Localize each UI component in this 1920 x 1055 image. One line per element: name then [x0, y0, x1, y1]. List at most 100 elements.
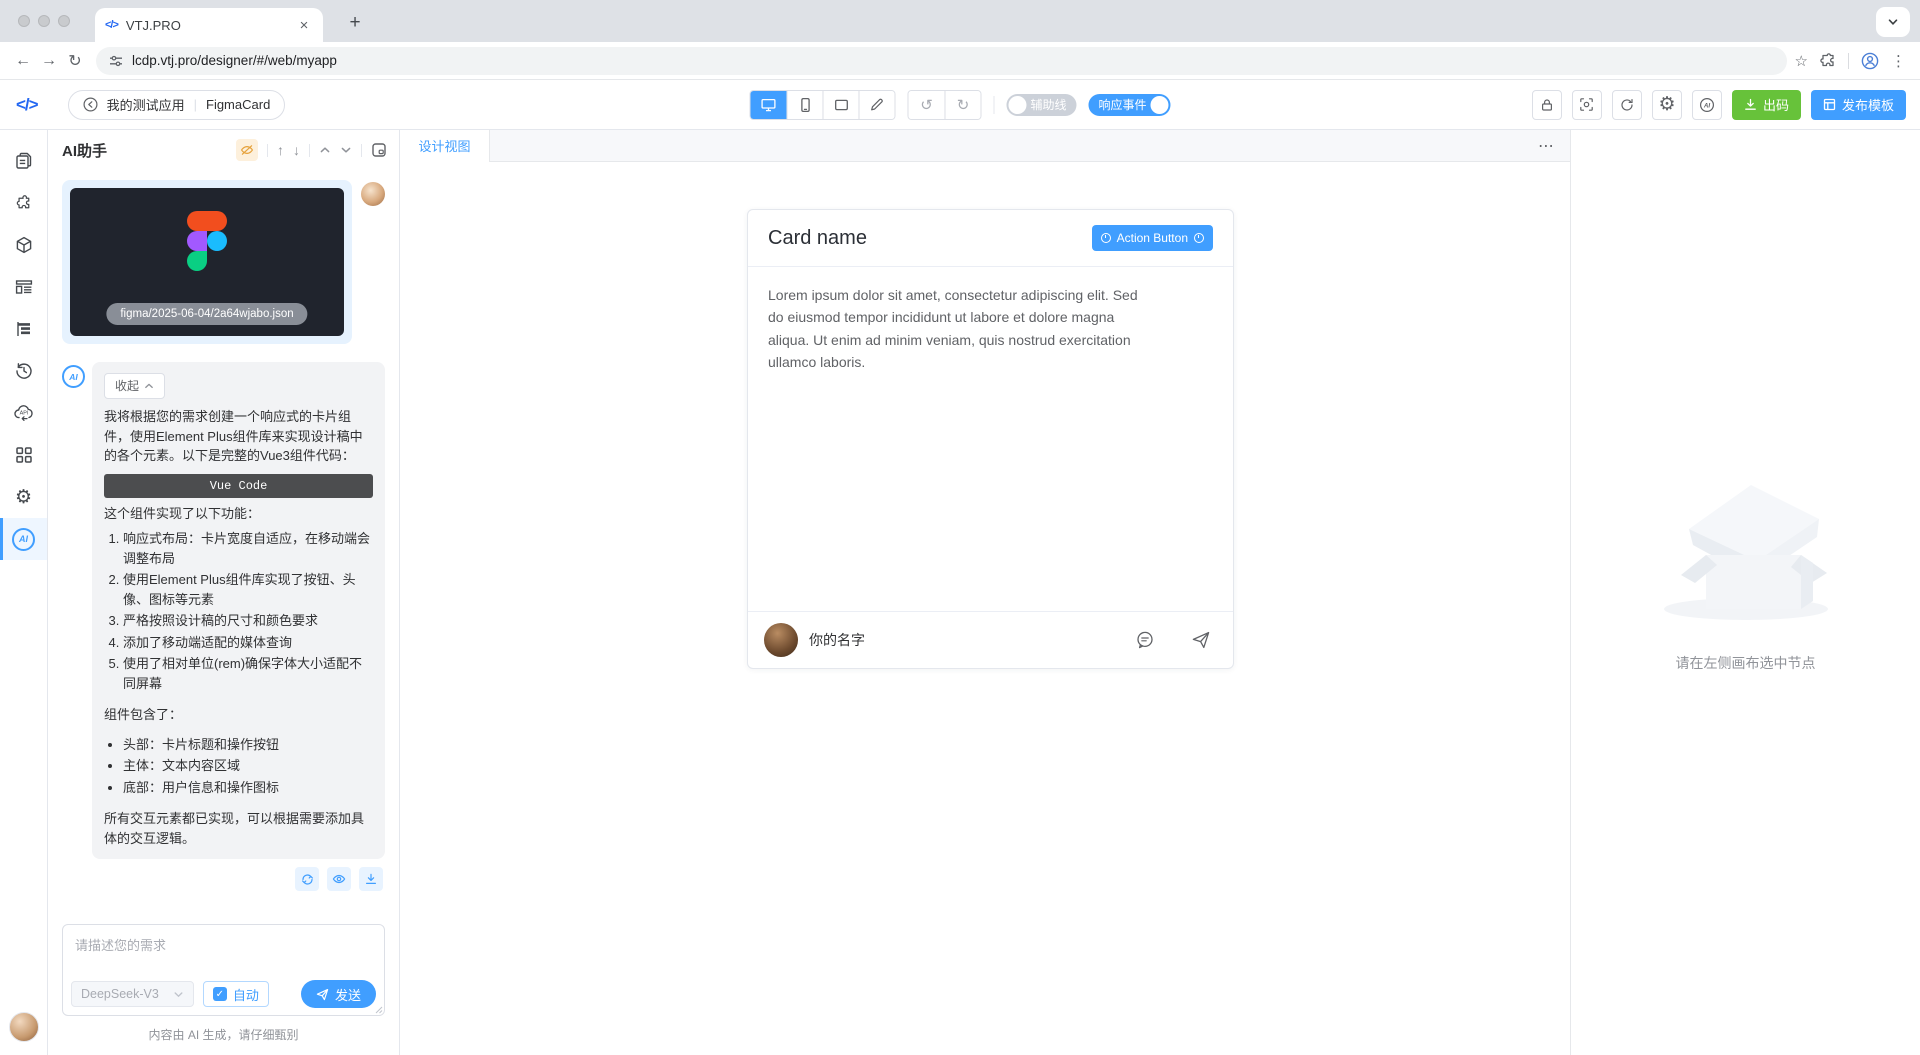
device-mobile-button[interactable]	[786, 90, 823, 119]
prev-message-icon[interactable]	[319, 144, 331, 156]
events-toggle[interactable]: 响应事件	[1088, 93, 1171, 116]
history-clock-icon	[15, 363, 32, 379]
tab-search-chevron-icon[interactable]	[1876, 7, 1910, 37]
sidebar-item-pages[interactable]	[0, 140, 47, 182]
bookmark-star-icon[interactable]: ☆	[1795, 52, 1808, 70]
preview-focus-icon[interactable]	[1571, 89, 1602, 120]
profile-icon[interactable]	[1861, 52, 1879, 70]
download-code-icon[interactable]	[359, 867, 383, 891]
card-component[interactable]: Card name Action Button Lorem ipsum dolo…	[747, 209, 1234, 669]
settings-gear-icon[interactable]: ⚙	[1651, 89, 1682, 120]
guides-toggle[interactable]: 辅助线	[1006, 93, 1077, 116]
ai-icon[interactable]: AI	[1691, 89, 1722, 120]
sidebar-item-layout[interactable]	[0, 266, 47, 308]
lock-icon[interactable]	[1531, 89, 1562, 120]
back-icon[interactable]: ←	[10, 48, 36, 74]
url-text: lcdp.vtj.pro/designer/#/web/myapp	[132, 53, 337, 68]
publish-template-button[interactable]: 发布模板	[1810, 89, 1906, 120]
device-switcher	[749, 89, 896, 120]
redo-icon[interactable]: ↻	[944, 90, 981, 119]
collapse-button[interactable]: 收起	[104, 373, 166, 399]
tab-close-icon[interactable]: ×	[295, 16, 313, 34]
chat-scroll-area[interactable]: figma/2025-06-04/2a64wjabo.json AI 收起 我将…	[48, 170, 399, 910]
canvas-area: 设计视图 ⋯ Card name Action Button Lorem ips…	[400, 129, 1570, 1055]
next-message-icon[interactable]	[340, 144, 352, 156]
card-action-button[interactable]: Action Button	[1091, 225, 1213, 251]
grid-icon	[15, 447, 32, 463]
assistant-message: AI 收起 我将根据您的需求创建一个响应式的卡片组件，使用Element Plu…	[62, 362, 385, 859]
canvas-tabbar: 设计视图 ⋯	[400, 129, 1570, 162]
share-plane-icon[interactable]	[1191, 630, 1211, 650]
refresh-icon[interactable]	[1611, 89, 1642, 120]
header-center-controls: ↺ ↻ 辅助线 响应事件	[749, 89, 1171, 120]
regenerate-icon[interactable]	[295, 867, 319, 891]
divider	[267, 143, 268, 157]
back-home-icon[interactable]	[83, 97, 98, 112]
cube-icon	[16, 236, 31, 254]
pages-icon	[15, 152, 31, 169]
auto-checkbox[interactable]: ✓ 自动	[202, 981, 269, 1007]
list-item: 底部：用户信息和操作图标	[123, 778, 373, 798]
vtj-logo[interactable]: </>	[16, 95, 39, 115]
list-item: 响应式布局：卡片宽度自适应，在移动端会调整布局	[123, 529, 373, 568]
user-avatar[interactable]	[9, 1012, 39, 1042]
left-rail: API ⚙ AI	[0, 130, 48, 1055]
window-close-button[interactable]	[18, 15, 30, 27]
sidebar-item-blocks[interactable]	[0, 224, 47, 266]
codegen-button[interactable]: 出码	[1731, 89, 1801, 120]
site-info-icon[interactable]	[109, 54, 123, 68]
sidebar-item-api[interactable]: API	[0, 392, 47, 434]
assistant-intro: 我将根据您的需求创建一个响应式的卡片组件，使用Element Plus组件库来实…	[104, 409, 363, 463]
favicon-code-icon: </>	[105, 19, 119, 31]
browser-menu-kebab-icon[interactable]: ⋮	[1891, 52, 1906, 70]
attachment-filename: figma/2025-06-04/2a64wjabo.json	[106, 303, 308, 325]
edit-pencil-button[interactable]	[858, 90, 895, 119]
forward-icon[interactable]: →	[36, 48, 62, 74]
undo-icon[interactable]: ↺	[908, 90, 945, 119]
window-controls[interactable]	[18, 15, 70, 27]
device-desktop-button[interactable]	[750, 90, 787, 119]
new-tab-button[interactable]: +	[340, 9, 370, 37]
sidebar-item-outline[interactable]	[0, 308, 47, 350]
device-tablet-button[interactable]	[822, 90, 859, 119]
empty-state-text: 请在左侧画布选中节点	[1675, 654, 1816, 671]
vue-code-block[interactable]: Vue Code	[104, 473, 373, 498]
figma-attachment-card[interactable]: figma/2025-06-04/2a64wjabo.json	[70, 188, 344, 336]
browser-tabstrip: </> VTJ.PRO × +	[0, 0, 1920, 42]
sidebar-item-apps[interactable]	[0, 434, 47, 476]
chat-window-icon[interactable]	[371, 142, 387, 158]
extensions-puzzle-icon[interactable]	[1820, 52, 1836, 69]
comment-icon[interactable]	[1135, 630, 1155, 650]
address-bar[interactable]: lcdp.vtj.pro/designer/#/web/myapp	[96, 46, 1787, 75]
breadcrumb[interactable]: 我的测试应用 | FigmaCard	[67, 89, 286, 120]
layout-icon	[15, 280, 32, 294]
send-button[interactable]: 发送	[300, 980, 376, 1008]
prompt-input[interactable]	[63, 925, 384, 975]
tab-title: VTJ.PRO	[125, 17, 181, 33]
card-header: Card name Action Button	[748, 210, 1233, 267]
hide-thoughts-icon[interactable]	[236, 139, 258, 161]
reload-icon[interactable]: ↻	[62, 48, 88, 74]
preview-eye-icon[interactable]	[327, 867, 351, 891]
design-canvas[interactable]: Card name Action Button Lorem ipsum dolo…	[400, 162, 1570, 1055]
model-select[interactable]: DeepSeek-V3	[71, 981, 194, 1007]
list-item: 添加了移动端适配的媒体查询	[123, 633, 373, 653]
tab-design-view[interactable]: 设计视图	[400, 129, 490, 162]
window-minimize-button[interactable]	[38, 15, 50, 27]
scroll-bottom-icon[interactable]: ↓	[293, 142, 300, 158]
sidebar-item-ai-assistant[interactable]: AI	[0, 518, 47, 560]
card-body-text: Lorem ipsum dolor sit amet, consectetur …	[768, 287, 1138, 371]
sidebar-item-history[interactable]	[0, 350, 47, 392]
prompt-composer: DeepSeek-V3 ✓ 自动 发送	[62, 924, 385, 1016]
scroll-top-icon[interactable]: ↑	[277, 142, 284, 158]
sidebar-item-components[interactable]	[0, 182, 47, 224]
resize-handle[interactable]	[374, 1005, 383, 1014]
ai-assistant-icon: AI	[12, 527, 35, 551]
canvas-more-icon[interactable]: ⋯	[1538, 136, 1554, 156]
sidebar-item-settings[interactable]: ⚙	[0, 476, 47, 518]
list-item: 使用Element Plus组件库实现了按钮、头像、图标等元素	[123, 570, 373, 609]
window-zoom-button[interactable]	[58, 15, 70, 27]
browser-tab[interactable]: </> VTJ.PRO ×	[95, 8, 323, 42]
loading-circle-icon	[1194, 233, 1204, 243]
features-list: 响应式布局：卡片宽度自适应，在移动端会调整布局 使用Element Plus组件…	[104, 529, 373, 693]
